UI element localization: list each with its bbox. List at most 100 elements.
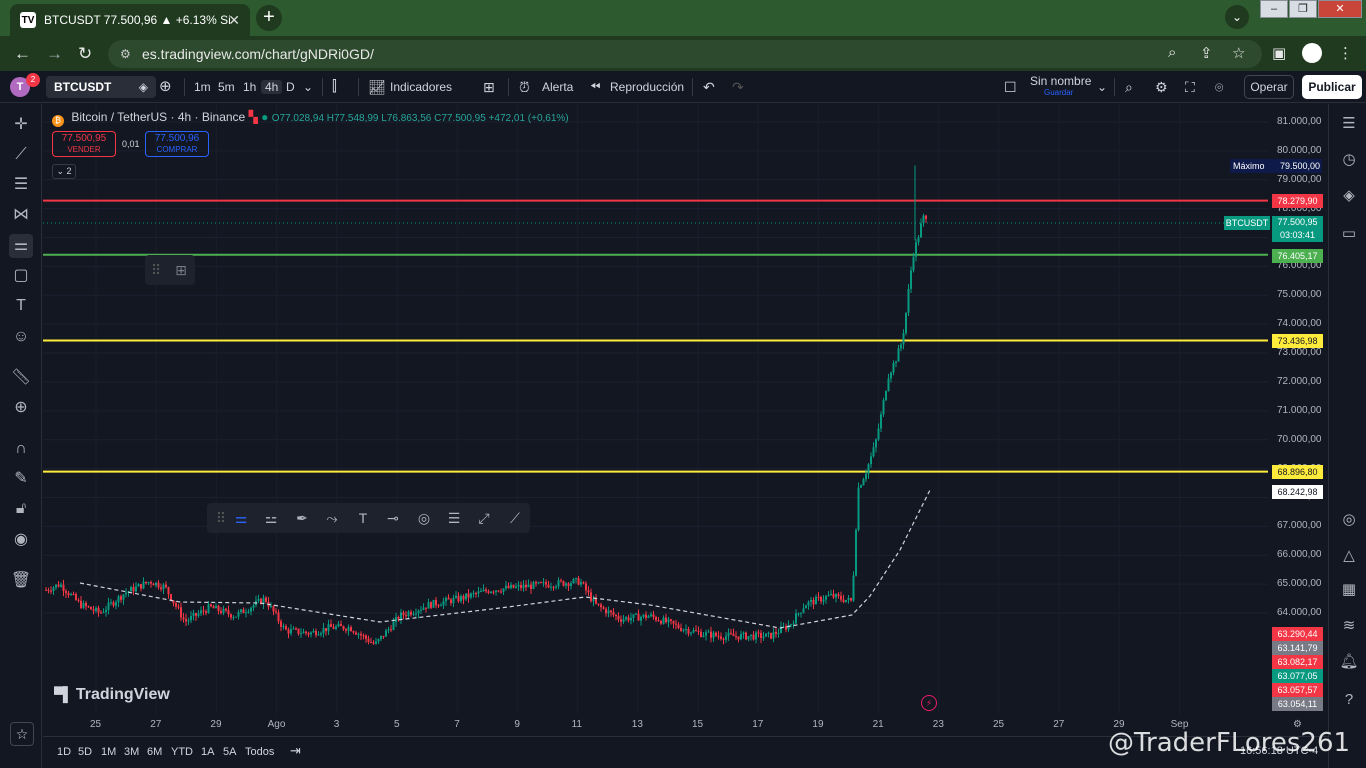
draw-mode-icon[interactable]: ✎ — [9, 467, 33, 491]
zoom-icon[interactable]: ⌕ — [1168, 44, 1176, 61]
lock-icon[interactable]: 🔓︎ — [9, 497, 33, 521]
floating-toolbar-mini[interactable]: ⠿ ⊞ — [145, 255, 195, 285]
alerts-clock-icon[interactable]: ◷ — [1337, 148, 1361, 172]
sell-button[interactable]: 77.500,95 VENDER — [52, 131, 116, 157]
range-6m[interactable]: 6M — [147, 746, 162, 758]
publish-button[interactable]: Publicar — [1302, 75, 1362, 99]
bookmark-star-icon[interactable]: ☆ — [1232, 44, 1245, 62]
trade-button[interactable]: Operar — [1244, 75, 1294, 99]
favorite-star-icon[interactable]: ☆ — [10, 722, 34, 746]
range-all[interactable]: Todos — [245, 746, 274, 758]
indicators-button[interactable]: Indicadores — [390, 71, 452, 103]
replay-button[interactable]: Reproducción — [610, 71, 684, 103]
range-1y[interactable]: 1A — [201, 746, 214, 758]
fib-retracement-icon[interactable]: ☰ — [442, 506, 466, 530]
fullscreen-icon[interactable]: ⛶ — [1185, 71, 1195, 103]
add-drawing-icon[interactable]: ⊞ — [175, 262, 187, 278]
range-3m[interactable]: 3M — [124, 746, 139, 758]
help-icon[interactable]: ? — [1337, 688, 1361, 712]
pair-title[interactable]: Bitcoin / TetherUS · 4h · Binance — [71, 110, 245, 124]
new-tab-button[interactable]: + — [256, 5, 282, 31]
horizontal-ray-icon[interactable]: ⊸ — [381, 506, 405, 530]
layout-dropdown-icon[interactable]: ⌄ — [1097, 71, 1107, 103]
ideas-icon[interactable]: △ — [1337, 544, 1361, 568]
bell-icon[interactable]: 🔔︎ — [1337, 650, 1361, 674]
site-info-icon[interactable]: ⚙ — [120, 40, 131, 68]
range-ytd[interactable]: YTD — [171, 746, 193, 758]
compare-icon[interactable]: ◈ — [139, 76, 148, 98]
zoom-in-icon[interactable]: ⊕ — [9, 396, 33, 420]
templates-icon[interactable]: ⊞ — [483, 71, 495, 103]
forward-arrow-icon[interactable]: → — [46, 44, 63, 64]
layout-icon[interactable]: ☐ — [1004, 71, 1017, 103]
settings-gear-icon[interactable]: ⚙ — [1155, 71, 1168, 103]
profile-avatar[interactable] — [1302, 43, 1322, 63]
shapes-icon[interactable]: ▢ — [9, 264, 33, 288]
trend-line-icon[interactable]: ⟋ — [9, 143, 33, 167]
short-position-icon[interactable]: ⚍ — [259, 506, 283, 530]
side-panel-icon[interactable]: ▣ — [1272, 44, 1286, 62]
range-5d[interactable]: 5D — [78, 746, 92, 758]
undo-icon[interactable]: ↶ — [703, 71, 715, 103]
long-position-icon[interactable]: ⚌ — [229, 506, 253, 530]
path-icon[interactable]: ⤳ — [320, 506, 344, 530]
indicators-collapse-button[interactable]: ⌄ 2 — [52, 164, 76, 179]
ray-icon[interactable]: ⤢ — [472, 506, 496, 530]
range-5y[interactable]: 5A — [223, 746, 236, 758]
ruler-icon[interactable]: 📏︎ — [9, 366, 33, 390]
maximize-button[interactable]: ❐ — [1289, 0, 1317, 18]
reload-icon[interactable]: ↻ — [78, 44, 92, 64]
goto-date-icon[interactable]: ⇥ — [290, 743, 301, 759]
forecast-icon[interactable]: ⚌ — [9, 234, 33, 258]
close-tab-icon[interactable]: ✕ — [228, 12, 240, 29]
url-field[interactable]: ⚙ es.tradingview.com/chart/gNDRi0GD/ — [108, 40, 1262, 68]
range-1d[interactable]: 1D — [57, 746, 71, 758]
menu-dots-icon[interactable]: ⋮ — [1338, 44, 1353, 62]
candle-type-icon[interactable]: ⫿ — [332, 71, 337, 103]
close-window-button[interactable]: ✕ — [1318, 0, 1362, 18]
calendar-icon[interactable]: ▦ — [1337, 578, 1361, 602]
range-1m[interactable]: 1M — [101, 746, 116, 758]
circle-icon[interactable]: ◎ — [412, 506, 436, 530]
fib-icon[interactable]: ☰ — [9, 173, 33, 197]
back-arrow-icon[interactable]: ← — [14, 44, 31, 64]
timeframe-dropdown-icon[interactable]: ⌄ — [303, 71, 313, 103]
replay-icon[interactable]: ⏪︎ — [590, 71, 600, 103]
chat-icon[interactable]: ▭ — [1337, 222, 1361, 246]
streams-icon[interactable]: ≋ — [1337, 614, 1361, 638]
events-bolt-icon[interactable]: ⚡ — [921, 695, 937, 711]
chart-pane[interactable] — [43, 104, 1268, 736]
watchlist-icon[interactable]: ☰ — [1337, 112, 1361, 136]
pattern-icon[interactable]: ⋈ — [9, 203, 33, 227]
line-icon[interactable]: ⟋ — [503, 506, 527, 530]
alarm-clock-icon[interactable]: ⏰︎ — [519, 71, 530, 103]
minimize-button[interactable]: – — [1260, 0, 1288, 18]
timeframe-d[interactable]: D — [286, 71, 295, 103]
brush-icon[interactable]: ✒ — [290, 506, 314, 530]
trash-icon[interactable]: 🗑︎ — [9, 569, 33, 593]
share-icon[interactable]: ⇪ — [1200, 44, 1213, 62]
crosshair-icon[interactable]: ✛ — [9, 113, 33, 137]
indicators-icon[interactable]: 📈︎ — [368, 71, 386, 103]
text-tool-icon[interactable]: T — [351, 506, 375, 530]
eye-icon[interactable]: ◉ — [9, 528, 33, 552]
tab-search-icon[interactable]: ⌄ — [1225, 5, 1249, 29]
timeframe-5m[interactable]: 5m — [218, 71, 235, 103]
magnet-icon[interactable]: ∩ — [9, 437, 33, 461]
drag-handle-icon[interactable]: ⠿ — [151, 262, 161, 278]
price-chart[interactable] — [43, 104, 1268, 736]
timeframe-1m[interactable]: 1m — [194, 71, 211, 103]
layers-icon[interactable]: ◈ — [1337, 184, 1361, 208]
redo-icon[interactable]: ↷ — [732, 71, 744, 103]
target-icon[interactable]: ◎ — [1337, 508, 1361, 532]
symbol-search-button[interactable]: BTCUSDT ◈ — [46, 76, 156, 98]
alert-button[interactable]: Alerta — [542, 71, 573, 103]
flag-icon[interactable]: ▚ — [249, 110, 258, 124]
emoji-icon[interactable]: ☺ — [9, 325, 33, 349]
add-symbol-icon[interactable]: ⊕ — [159, 71, 172, 103]
text-icon[interactable]: T — [9, 294, 33, 318]
browser-tab[interactable]: TV BTCUSDT 77.500,96 ▲ +6.13% Si ✕ — [10, 4, 250, 36]
quick-search-icon[interactable]: ⌕ — [1125, 71, 1133, 103]
camera-icon[interactable]: ⌾ — [1215, 71, 1223, 103]
timeframe-1h[interactable]: 1h — [243, 71, 256, 103]
